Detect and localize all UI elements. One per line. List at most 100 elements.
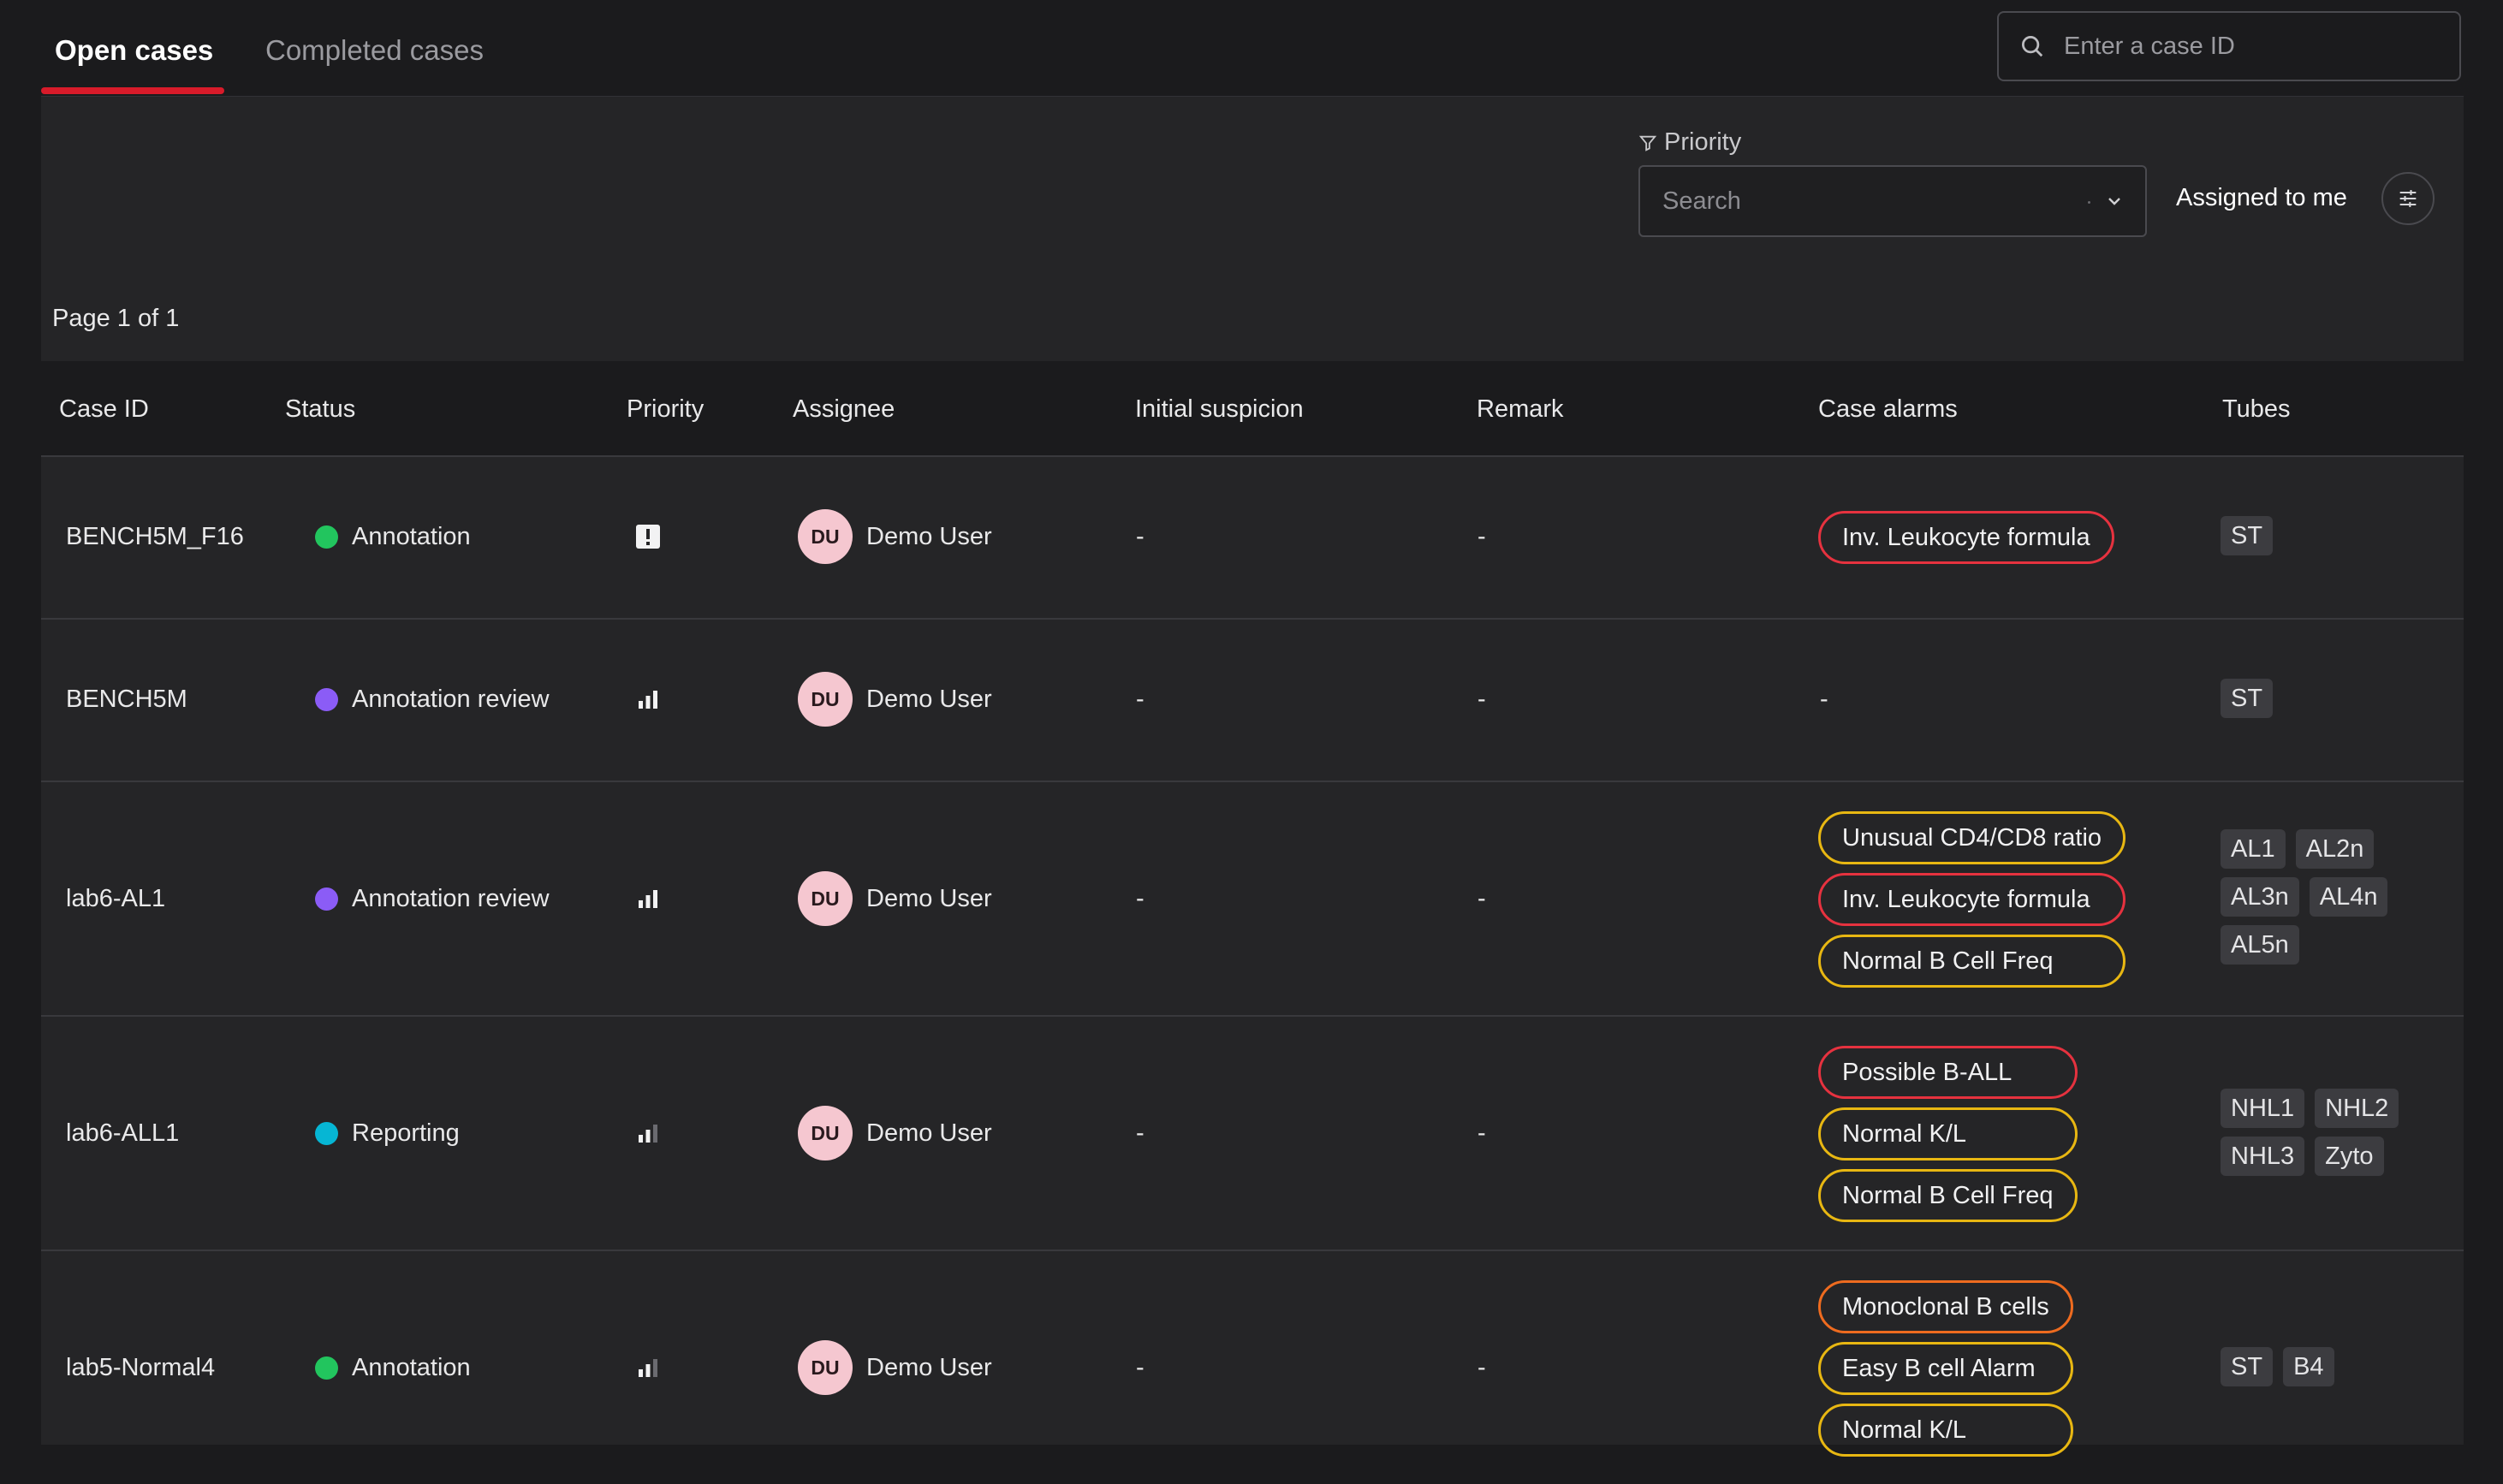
alarm-badge: Normal K/L <box>1818 1107 2078 1160</box>
case-alarms: Monoclonal B cells Easy B cell Alarm Nor… <box>1818 1280 2073 1457</box>
col-case-alarms[interactable]: Case alarms <box>1818 395 1958 424</box>
status: Annotation <box>315 523 471 551</box>
status-dot <box>315 688 338 711</box>
tube-tag: NHL2 <box>2315 1089 2399 1128</box>
status-label: Annotation review <box>352 885 550 912</box>
table-row[interactable]: BENCH5M_F16 Annotation DU Demo User - - I… <box>41 457 2464 620</box>
case-alarms: Inv. Leukocyte formula <box>1818 511 2114 564</box>
case-id-input[interactable] <box>2062 31 2425 62</box>
tube-tag: NHL3 <box>2221 1137 2305 1176</box>
assignee-name: Demo User <box>866 522 992 550</box>
table-header: Case ID Status Priority Assignee Initial… <box>41 361 2464 457</box>
case-id[interactable]: lab6-ALL1 <box>66 1119 179 1148</box>
alarm-badge: Inv. Leukocyte formula <box>1818 873 2126 926</box>
avatar: DU <box>798 1340 853 1395</box>
remark: - <box>1477 885 1486 912</box>
tubes: ST <box>2221 679 2426 727</box>
initial-suspicion: - <box>1136 885 1144 912</box>
table-row[interactable]: lab5-Normal4 Annotation DU Demo User - - … <box>41 1251 2464 1484</box>
avatar: DU <box>798 509 853 564</box>
tube-tag: AL3n <box>2221 877 2299 917</box>
tube-tag: B4 <box>2283 1347 2334 1386</box>
initial-suspicion: - <box>1136 523 1144 550</box>
tubes: NHL1 NHL2 NHL3 Zyto <box>2221 1089 2426 1184</box>
status-label: Reporting <box>352 1119 460 1147</box>
tubes: ST B4 <box>2221 1347 2426 1395</box>
alarm-badge: Monoclonal B cells <box>1818 1280 2073 1333</box>
case-search[interactable] <box>1997 11 2461 81</box>
assignee: DU Demo User <box>798 509 992 564</box>
assignee-name: Demo User <box>866 1353 992 1381</box>
tube-tag: ST <box>2221 679 2274 718</box>
col-assignee[interactable]: Assignee <box>793 395 895 424</box>
page-indicator: Page 1 of 1 <box>52 305 180 332</box>
tubes: AL1 AL2n AL3n AL4nAL5n <box>2221 829 2426 973</box>
status: Annotation <box>315 1354 471 1382</box>
urgent-icon <box>636 525 660 549</box>
col-remark[interactable]: Remark <box>1477 395 1564 424</box>
status: Annotation review <box>315 686 550 714</box>
table-row[interactable]: lab6-ALL1 Reporting DU Demo User - - Poss… <box>41 1017 2464 1251</box>
case-id[interactable]: BENCH5M <box>66 686 187 714</box>
filter-icon <box>1638 135 1657 151</box>
tab-completed-cases[interactable]: Completed cases <box>265 34 484 67</box>
table-row[interactable]: BENCH5M Annotation review DU Demo User - … <box>41 620 2464 782</box>
status-dot <box>315 525 338 549</box>
assignee-name: Demo User <box>866 1119 992 1147</box>
alarm-badge: Possible B-ALL <box>1818 1046 2078 1099</box>
col-priority[interactable]: Priority <box>627 395 704 424</box>
priority-filter-label: Priority <box>1638 128 1741 157</box>
avatar: DU <box>798 1106 853 1160</box>
priority-cell <box>635 1120 661 1153</box>
status-label: Annotation <box>352 1354 471 1381</box>
assignee: DU Demo User <box>798 1340 992 1395</box>
table-row[interactable]: lab6-AL1 Annotation review DU Demo User -… <box>41 782 2464 1017</box>
case-alarms: Unusual CD4/CD8 ratio Inv. Leukocyte for… <box>1818 811 2126 988</box>
remark: - <box>1477 1354 1486 1381</box>
assignee: DU Demo User <box>798 672 992 727</box>
chevron-down-icon <box>2108 198 2120 205</box>
initial-suspicion: - <box>1136 686 1144 713</box>
status-dot <box>315 1122 338 1145</box>
col-initial-suspicion[interactable]: Initial suspicion <box>1135 395 1304 424</box>
priority-high-icon <box>639 890 657 908</box>
priority-medium-icon <box>639 1359 657 1377</box>
column-settings-button[interactable] <box>2381 172 2435 225</box>
remark: - <box>1477 1119 1486 1147</box>
priority-cell <box>635 524 661 556</box>
priority-high-icon <box>639 691 657 709</box>
avatar: DU <box>798 871 853 926</box>
cases-panel: Priority Search Assigned to me Page 1 of… <box>41 97 2464 1457</box>
alarm-badge: Unusual CD4/CD8 ratio <box>1818 811 2126 864</box>
select-separator <box>2088 201 2090 204</box>
tube-tag: AL4n <box>2309 877 2388 917</box>
status-label: Annotation <box>352 523 471 550</box>
case-alarms-empty: - <box>1820 686 1828 713</box>
priority-medium-icon <box>639 1125 657 1143</box>
priority-cell <box>635 686 661 719</box>
remark: - <box>1477 523 1486 550</box>
col-case-id[interactable]: Case ID <box>59 395 149 424</box>
remark: - <box>1477 686 1486 713</box>
col-tubes[interactable]: Tubes <box>2222 395 2291 424</box>
initial-suspicion: - <box>1136 1119 1144 1147</box>
priority-cell <box>635 1355 661 1387</box>
priority-select[interactable]: Search <box>1638 165 2147 237</box>
status: Annotation review <box>315 885 550 913</box>
assigned-to-me-toggle[interactable]: Assigned to me <box>2176 184 2347 212</box>
status-dot <box>315 887 338 911</box>
tube-tag: ST <box>2221 516 2274 555</box>
case-id[interactable]: lab6-AL1 <box>66 885 165 913</box>
case-id[interactable]: lab5-Normal4 <box>66 1354 215 1382</box>
tube-tag: AL2n <box>2295 829 2375 869</box>
case-id[interactable]: BENCH5M_F16 <box>66 523 244 551</box>
tube-tag: AL1 <box>2221 829 2286 869</box>
initial-suspicion: - <box>1136 1354 1144 1381</box>
col-status[interactable]: Status <box>285 395 355 424</box>
tube-tag: Zyto <box>2315 1137 2384 1176</box>
avatar: DU <box>798 672 853 727</box>
status-dot <box>315 1356 338 1380</box>
tab-open-cases[interactable]: Open cases <box>55 34 213 67</box>
alarm-badge: Inv. Leukocyte formula <box>1818 511 2114 564</box>
alarm-badge: Normal B Cell Freq <box>1818 935 2126 988</box>
